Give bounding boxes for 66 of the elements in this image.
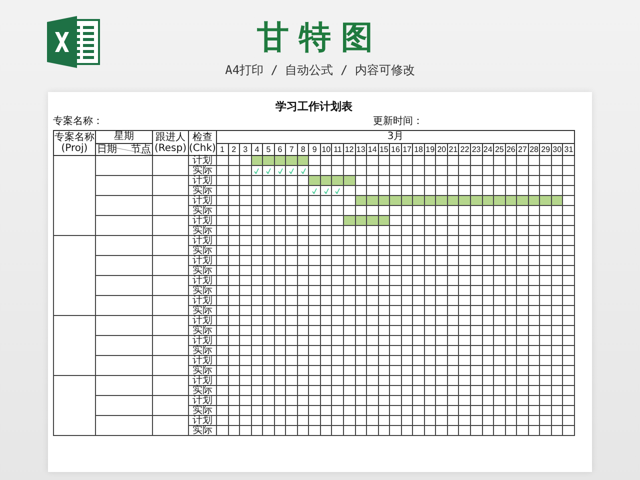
column-header: 检查 (Chk): [188, 130, 216, 156]
day-header: 15: [378, 144, 390, 156]
day-header: 20: [436, 144, 448, 156]
day-header: 11: [332, 144, 344, 156]
actual-label: 实际: [188, 266, 216, 276]
actual-label: 实际: [188, 386, 216, 396]
actual-label: 实际: [188, 186, 216, 196]
plan-label: 计划: [188, 376, 216, 386]
day-header: 26: [505, 144, 517, 156]
month-header: 3月: [216, 130, 574, 144]
column-header: 星期: [96, 130, 152, 144]
day-header: 16: [390, 144, 402, 156]
sheet-title: 学习工作计划表: [276, 100, 352, 114]
actual-label: 实际: [188, 426, 216, 436]
actual-label: 实际: [188, 286, 216, 296]
actual-label: 实际: [188, 326, 216, 336]
actual-label: 实际: [188, 406, 216, 416]
actual-label: 实际: [188, 366, 216, 376]
plan-label: 计划: [188, 336, 216, 346]
plan-label: 计划: [188, 236, 216, 246]
plan-label: 计划: [188, 196, 216, 206]
day-header: 30: [551, 144, 563, 156]
plan-label: 计划: [188, 216, 216, 226]
day-header: 14: [366, 144, 378, 156]
day-header: 17: [401, 144, 413, 156]
plan-label: 计划: [188, 176, 216, 186]
date-label: 日期: [97, 145, 117, 155]
day-header: 25: [494, 144, 506, 156]
actual-label: 实际: [188, 306, 216, 316]
day-header: 18: [412, 144, 424, 156]
day-header: 23: [470, 144, 482, 156]
actual-label: 实际: [188, 166, 216, 176]
plan-label: 计划: [188, 416, 216, 426]
day-header: 19: [424, 144, 436, 156]
day-header: 13: [355, 144, 367, 156]
plan-label: 计划: [188, 316, 216, 326]
day-header: 29: [540, 144, 552, 156]
day-header: 10: [320, 144, 332, 156]
actual-label: 实际: [188, 246, 216, 256]
day-header: 24: [482, 144, 494, 156]
actual-label: 实际: [188, 206, 216, 216]
day-header: 12: [344, 144, 356, 156]
day-header: 22: [458, 144, 471, 156]
page-subtitle: A4打印 / 自动公式 / 内容可修改: [225, 62, 415, 79]
column-header: 专案名称 (Proj): [54, 130, 96, 156]
actual-label: 实际: [188, 346, 216, 356]
day-header: 31: [562, 144, 574, 156]
node-label: 节点: [131, 145, 151, 155]
plan-label: 计划: [188, 296, 216, 306]
plan-label: 计划: [188, 356, 216, 366]
actual-label: 实际: [188, 226, 216, 236]
day-header: 27: [516, 144, 528, 156]
day-header: 2: [228, 144, 240, 156]
project-name-label: 专案名称：: [53, 116, 103, 128]
plan-label: 计划: [188, 256, 216, 266]
day-header: 28: [528, 144, 540, 156]
plan-label: 计划: [188, 156, 216, 166]
day-header: 3: [240, 144, 252, 156]
column-header: 跟进人 (Resp): [152, 130, 188, 156]
update-time-label: 更新时间：: [373, 116, 423, 128]
plan-label: 计划: [188, 396, 216, 406]
day-header: 9: [308, 144, 320, 156]
page-title: 甘特图: [257, 18, 383, 56]
day-header: 1: [216, 144, 228, 156]
day-header: 21: [447, 144, 459, 156]
plan-label: 计划: [188, 276, 216, 286]
